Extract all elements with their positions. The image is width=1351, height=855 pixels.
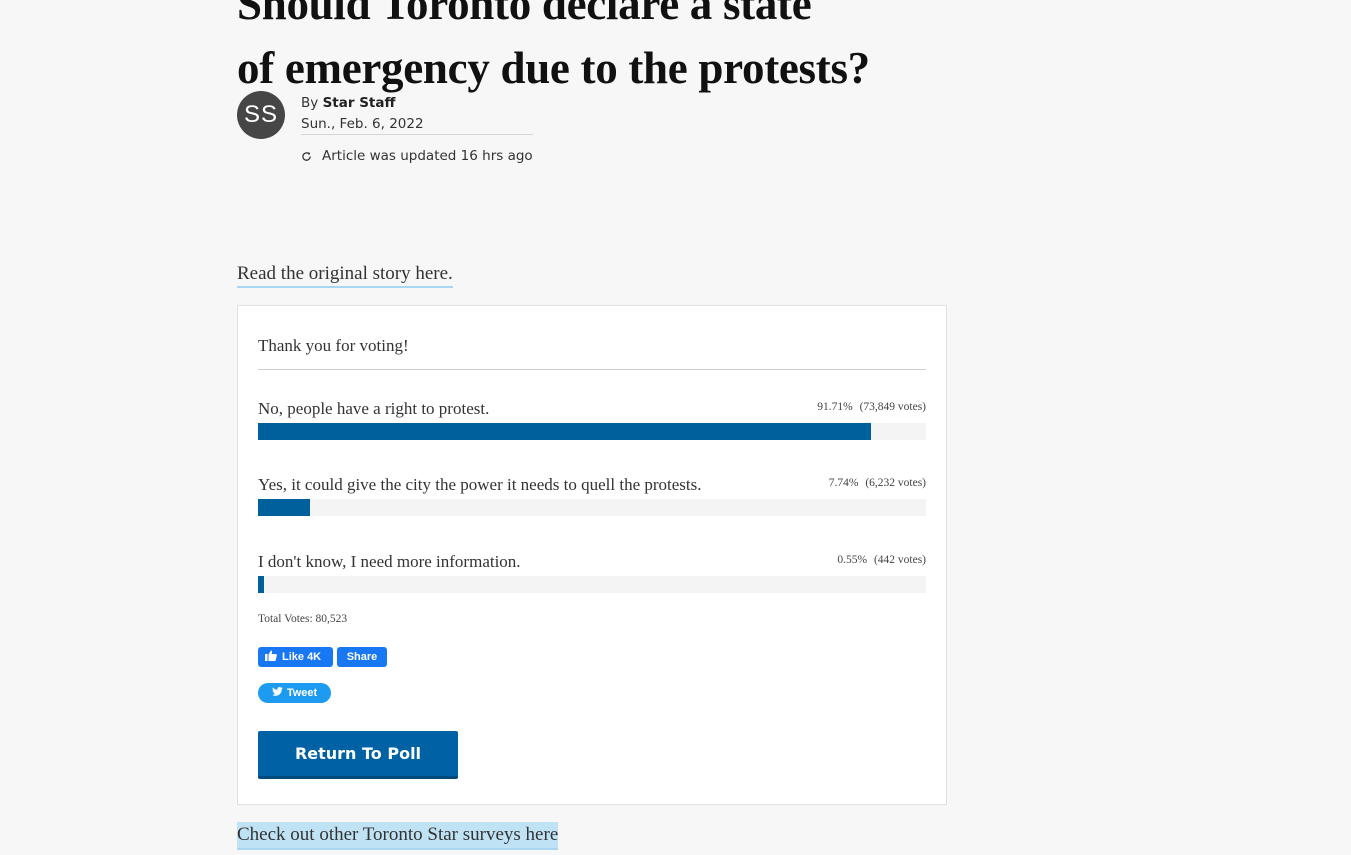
author-avatar[interactable]: SS — [237, 91, 285, 139]
poll-result-bar-track — [258, 423, 926, 440]
facebook-like-button[interactable]: Like 4K — [258, 647, 333, 667]
poll-option-votes: (73,849 votes) — [859, 401, 926, 413]
updated-notice: Article was updated 16 hrs ago — [301, 147, 533, 165]
headline-line-2: of emergency due to the protests? — [237, 43, 870, 93]
poll-result-bar — [258, 576, 264, 593]
total-votes: Total Votes: 80,523 — [258, 613, 348, 625]
poll-option-percent: 91.71% — [817, 401, 853, 413]
poll-results-card: Thank you for voting! No, people have a … — [237, 305, 947, 805]
poll-result-bar-track — [258, 576, 926, 593]
poll-option-stats: 91.71% (73,849 votes) — [817, 401, 926, 413]
poll-result-bar — [258, 499, 310, 516]
author-row: By Star Staff — [301, 94, 533, 114]
tweet-button[interactable]: Tweet — [258, 683, 331, 703]
other-surveys-link[interactable]: Check out other Toronto Star surveys her… — [237, 822, 559, 850]
original-story-link[interactable]: Read the original story here. — [237, 262, 453, 288]
poll-result-bar-track — [258, 499, 926, 516]
article-headline: Should Toronto declare a state of emerge… — [237, 0, 870, 100]
poll-option-votes: (6,232 votes) — [865, 477, 926, 489]
refresh-icon — [301, 151, 311, 161]
headline-line-1: Should Toronto declare a state — [237, 0, 812, 29]
by-prefix: By — [301, 95, 319, 111]
poll-option-stats: 0.55% (442 votes) — [837, 554, 926, 566]
updated-text: Article was updated 16 hrs ago — [322, 148, 533, 164]
poll-option-label: I don't know, I need more information. — [258, 552, 521, 571]
author-name[interactable]: Star Staff — [323, 95, 396, 111]
poll-option-label: Yes, it could give the city the power it… — [258, 475, 702, 494]
poll-option-stats: 7.74% (6,232 votes) — [829, 477, 926, 489]
poll-option-votes: (442 votes) — [873, 554, 926, 566]
poll-option-percent: 0.55% — [837, 554, 868, 566]
byline: By Star Staff Sun., Feb. 6, 2022 Article… — [301, 94, 533, 165]
poll-option-percent: 7.74% — [828, 477, 859, 489]
thumbs-up-icon — [265, 650, 277, 664]
facebook-share-button[interactable]: Share — [337, 647, 387, 667]
poll-result-bar — [258, 423, 871, 440]
publish-date: Sun., Feb. 6, 2022 — [301, 114, 533, 135]
facebook-buttons: Like 4K Share — [258, 647, 387, 667]
facebook-like-label: Like 4K — [282, 651, 322, 663]
poll-option-label: No, people have a right to protest. — [258, 399, 490, 418]
return-to-poll-button[interactable]: Return To Poll — [258, 731, 458, 779]
tweet-label: Tweet — [286, 687, 318, 699]
poll-thanks-message: Thank you for voting! — [258, 336, 926, 370]
twitter-bird-icon — [271, 687, 283, 699]
article-page: Should Toronto declare a state of emerge… — [0, 0, 1351, 855]
